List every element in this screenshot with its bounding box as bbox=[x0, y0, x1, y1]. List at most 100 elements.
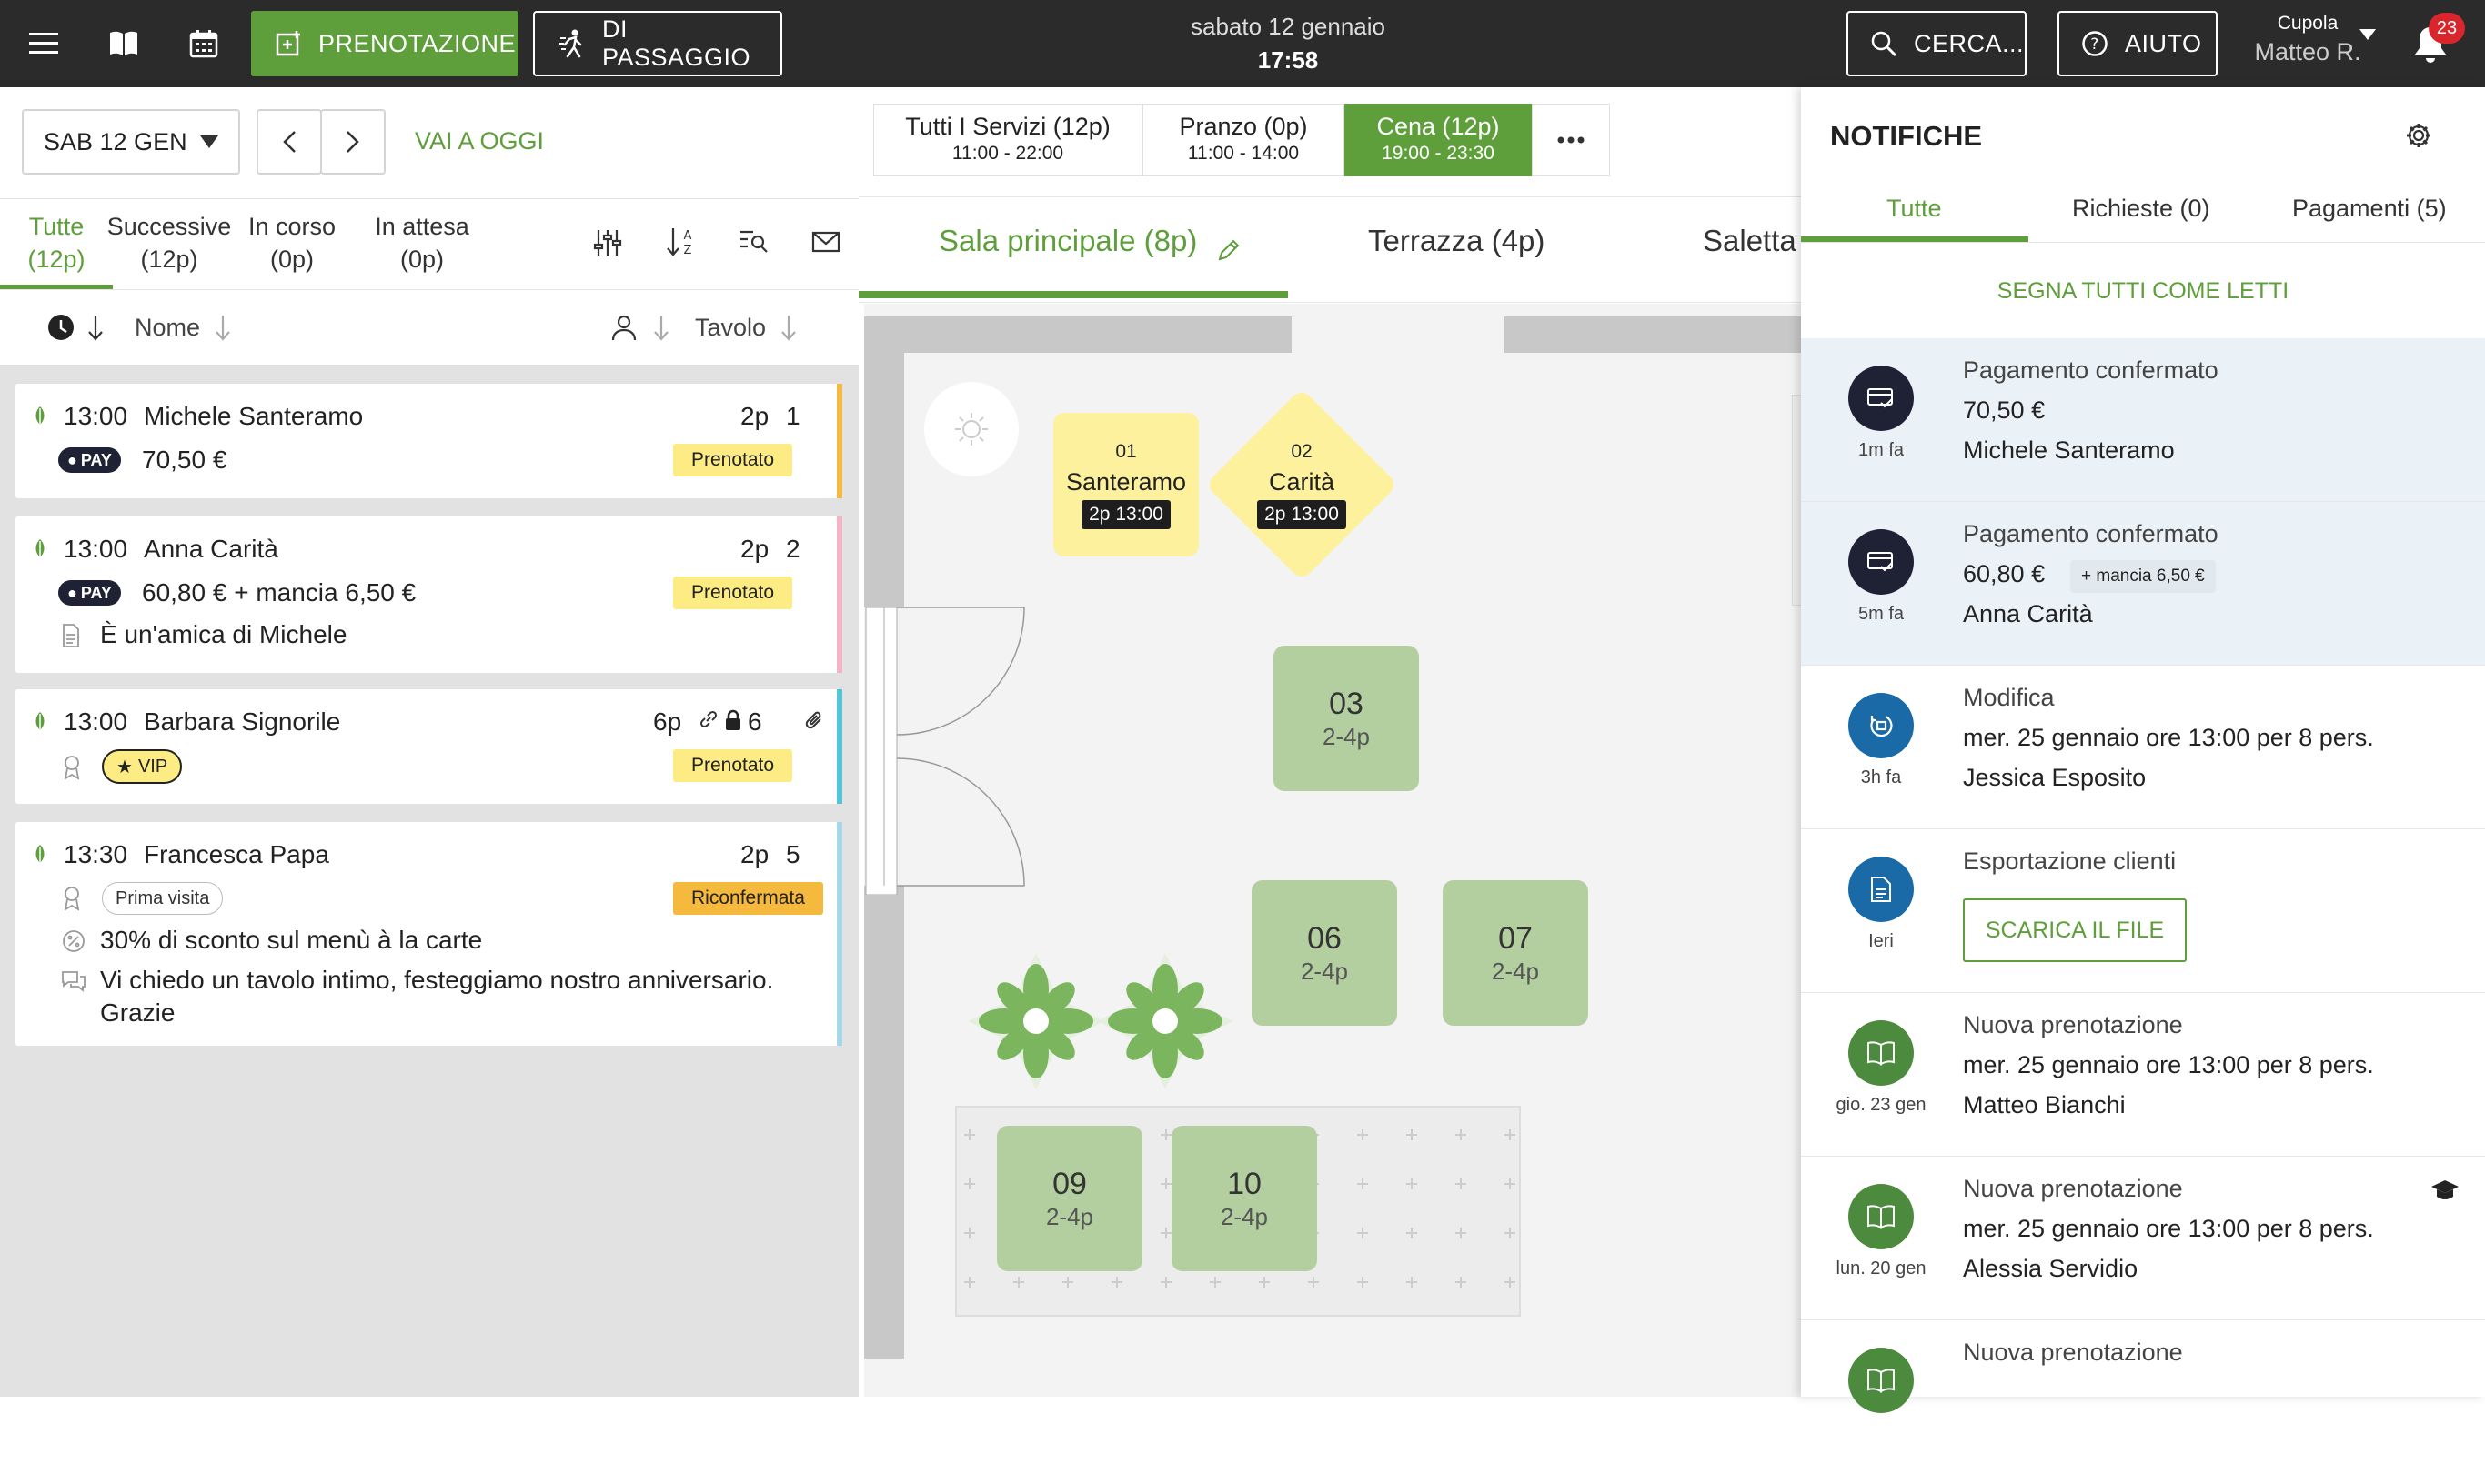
table-07-capacity: 2-4p bbox=[1491, 958, 1540, 985]
book-icon bbox=[1848, 1184, 1914, 1249]
notification-item[interactable]: 3h fa Modifica mer. 25 gennaio ore 13:00… bbox=[1801, 666, 2485, 829]
notification-title: Pagamento confermato bbox=[1963, 520, 2218, 547]
discount-text: 30% di sconto sul menù à la carte bbox=[100, 926, 483, 954]
notif-tab-payments[interactable]: Pagamenti (5) bbox=[2292, 195, 2447, 223]
walk-in-button[interactable]: DI PASSAGGIO bbox=[533, 11, 782, 76]
grid-plus-mark bbox=[1406, 1129, 1417, 1140]
menu-icon[interactable] bbox=[22, 22, 65, 65]
table-06[interactable]: 06 2-4p bbox=[1252, 880, 1397, 1026]
mail-icon[interactable] bbox=[811, 230, 840, 254]
mark-all-read-button[interactable]: SEGNA TUTTI COME LETTI bbox=[1801, 278, 2485, 305]
service-tab-lunch[interactable]: Pranzo (0p) 11:00 - 14:00 bbox=[1142, 104, 1344, 176]
leaf-icon bbox=[31, 538, 49, 558]
clock-icon[interactable] bbox=[47, 314, 75, 341]
next-day-button[interactable] bbox=[320, 109, 386, 175]
person-icon[interactable] bbox=[611, 314, 637, 341]
date-bar: SAB 12 GEN VAI A OGGI bbox=[0, 87, 859, 198]
calendar-icon[interactable] bbox=[182, 22, 226, 65]
sort-arrow-down-icon[interactable] bbox=[780, 316, 797, 341]
caret-down-icon[interactable] bbox=[2359, 29, 2376, 40]
reservation-card[interactable]: 13:00 Michele Santeramo 2p 1 ● PAY 70,50 … bbox=[15, 384, 842, 498]
tab-in-progress[interactable]: In corso (0p) bbox=[242, 199, 342, 290]
notif-tab-all[interactable]: Tutte bbox=[1886, 195, 1942, 223]
table-09[interactable]: 09 2-4p bbox=[997, 1126, 1142, 1271]
room-tab-terrace[interactable]: Terrazza (4p) bbox=[1368, 224, 1544, 258]
search-icon bbox=[1870, 30, 1897, 57]
notification-item[interactable]: gio. 23 gen Nuova prenotazione mer. 25 g… bbox=[1801, 993, 2485, 1157]
book-icon[interactable] bbox=[102, 22, 146, 65]
sort-name[interactable]: Nome bbox=[135, 314, 200, 342]
tab-all[interactable]: Tutte (12p) bbox=[0, 199, 113, 290]
notification-title: Nuova prenotazione bbox=[1963, 1339, 2183, 1366]
search-label: CERCA... bbox=[1914, 29, 2025, 57]
top-bar: PRENOTAZIONE DI PASSAGGIO sabato 12 genn… bbox=[0, 0, 2485, 87]
sort-table[interactable]: Tavolo bbox=[695, 314, 766, 342]
tab-upcoming-label: Successive bbox=[106, 213, 232, 240]
notification-item[interactable]: 5m fa Pagamento confermato 60,80 € + man… bbox=[1801, 502, 2485, 666]
table-01[interactable]: 01 Santeramo 2p 13:00 bbox=[1053, 413, 1199, 556]
sort-az-icon[interactable]: AZ bbox=[666, 226, 697, 257]
notif-tab-requests[interactable]: Richieste (0) bbox=[2072, 195, 2210, 223]
party-size: 2p bbox=[740, 840, 770, 868]
more-services-button[interactable] bbox=[1532, 104, 1610, 176]
service-tab-lunch-hours: 11:00 - 14:00 bbox=[1187, 143, 1300, 164]
room-tab-main-label: Sala principale (8p) bbox=[939, 224, 1198, 257]
grid-plus-mark bbox=[964, 1178, 975, 1189]
attachment-icon[interactable] bbox=[804, 709, 824, 731]
search-list-icon[interactable] bbox=[739, 228, 770, 256]
prev-day-button[interactable] bbox=[257, 109, 322, 175]
table-02[interactable]: 02 Carità 2p 13:00 bbox=[1210, 431, 1393, 538]
notification-item[interactable]: lun. 20 gen Nuova prenotazione mer. 25 g… bbox=[1801, 1157, 2485, 1320]
table-number: 5 bbox=[786, 840, 800, 868]
notification-item[interactable]: Nuova prenotazione bbox=[1801, 1320, 2485, 1484]
notification-time: 1m fa bbox=[1857, 440, 1905, 460]
new-booking-button[interactable]: PRENOTAZIONE bbox=[251, 11, 518, 76]
grid-plus-mark bbox=[1455, 1277, 1466, 1288]
graduation-cap-icon bbox=[2430, 1178, 2460, 1204]
service-tab-dinner-hours: 19:00 - 23:30 bbox=[1382, 143, 1494, 164]
table-10[interactable]: 10 2-4p bbox=[1172, 1126, 1317, 1271]
note-icon bbox=[62, 624, 80, 647]
table-03[interactable]: 03 2-4p bbox=[1273, 646, 1419, 791]
download-file-button[interactable]: SCARICA IL FILE bbox=[1963, 898, 2187, 962]
grid-plus-mark bbox=[1406, 1277, 1417, 1288]
tab-all-label: Tutte bbox=[28, 213, 85, 240]
filter-sliders-icon[interactable] bbox=[593, 228, 622, 257]
reservation-card[interactable]: 13:30 Francesca Papa 2p 5 Prima visita R… bbox=[15, 822, 842, 1046]
leaf-icon bbox=[31, 844, 49, 864]
sort-arrow-down-icon[interactable] bbox=[653, 316, 669, 341]
wall bbox=[864, 886, 904, 1359]
pencil-icon[interactable] bbox=[1217, 238, 1241, 262]
venue-name: Cupola bbox=[2277, 13, 2339, 34]
help-button[interactable]: ? AIUTO bbox=[2057, 11, 2218, 76]
grid-plus-mark bbox=[1455, 1228, 1466, 1238]
table-07[interactable]: 07 2-4p bbox=[1443, 880, 1588, 1026]
light-icon bbox=[924, 382, 1019, 476]
service-tab-all[interactable]: Tutti I Servizi (12p) 11:00 - 22:00 bbox=[873, 104, 1142, 176]
book-icon bbox=[1848, 1348, 1914, 1413]
tab-waiting-label: In attesa bbox=[375, 213, 469, 240]
tab-waiting[interactable]: In attesa (0p) bbox=[367, 199, 477, 290]
date-select[interactable]: SAB 12 GEN bbox=[22, 109, 240, 175]
table-03-capacity: 2-4p bbox=[1322, 723, 1371, 750]
service-tab-dinner-label: Cena (12p) bbox=[1376, 113, 1500, 140]
party-size: 2p bbox=[740, 402, 770, 430]
reservation-card[interactable]: 13:00 Anna Carità 2p 2 ● PAY 60,80 € + ma… bbox=[15, 516, 842, 673]
svg-text:A: A bbox=[684, 229, 692, 243]
notification-title: Nuova prenotazione bbox=[1963, 1175, 2183, 1202]
notification-item[interactable]: Ieri Esportazione clienti SCARICA IL FIL… bbox=[1801, 829, 2485, 993]
user-menu[interactable]: Cupola Matteo R. bbox=[2239, 13, 2376, 66]
gear-icon[interactable] bbox=[2405, 122, 2432, 149]
search-button[interactable]: CERCA... bbox=[1846, 11, 2027, 76]
sort-arrow-down-icon[interactable] bbox=[215, 316, 231, 341]
tab-upcoming[interactable]: Successive (12p) bbox=[102, 199, 236, 290]
service-tab-dinner[interactable]: Cena (12p) 19:00 - 23:30 bbox=[1344, 104, 1532, 176]
divider bbox=[1801, 242, 2485, 243]
room-tab-small[interactable]: Saletta bbox=[1703, 224, 1796, 258]
sort-arrow-down-icon[interactable] bbox=[87, 316, 104, 341]
notification-item[interactable]: 1m fa Pagamento confermato 70,50 € Miche… bbox=[1801, 338, 2485, 502]
room-tab-main[interactable]: Sala principale (8p) bbox=[939, 224, 1197, 258]
grid-plus-mark bbox=[1259, 1277, 1270, 1288]
go-today-link[interactable]: VAI A OGGI bbox=[415, 127, 544, 155]
reservation-card[interactable]: 13:00 Barbara Signorile 6p 6 ★ VIP Prenot… bbox=[15, 689, 842, 804]
